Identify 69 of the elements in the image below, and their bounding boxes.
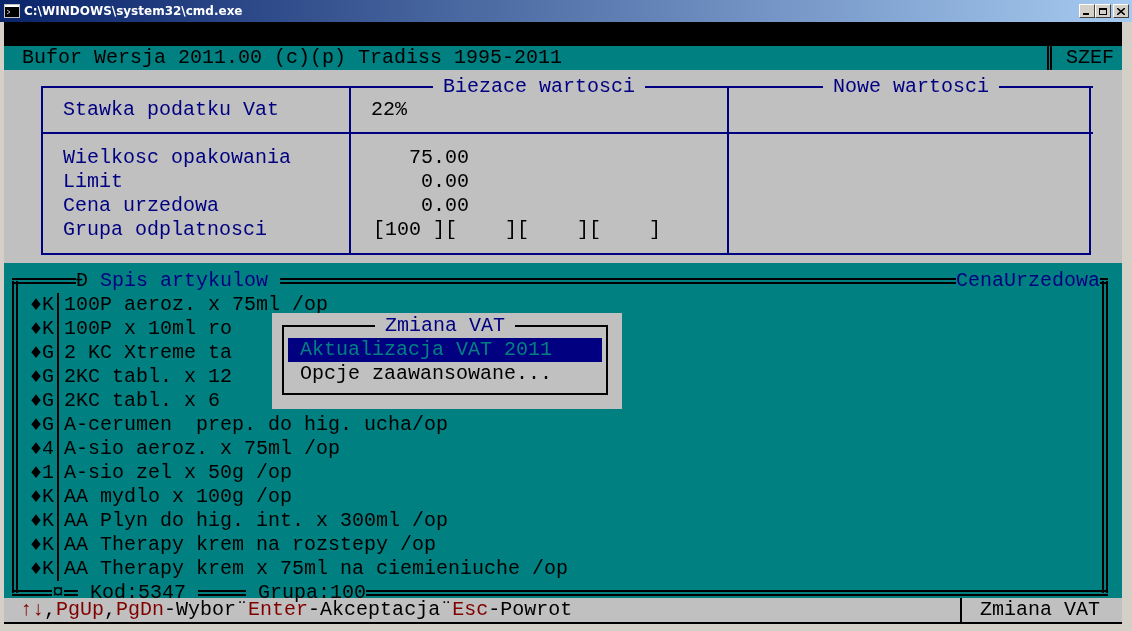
status-code: 4 (42, 437, 59, 461)
shortcut-hint: -Akceptacja¨ (308, 598, 453, 622)
shortcut-key: ↑↓ (20, 598, 44, 622)
field-label: Cena urzedowa (63, 194, 221, 218)
close-icon (1117, 7, 1125, 15)
row-marker: ♦ (29, 437, 42, 461)
field-value: 22% (371, 98, 407, 122)
maximize-icon (1099, 7, 1107, 15)
row-marker: ♦ (29, 413, 42, 437)
status-code: K (42, 509, 59, 533)
status-code: G (42, 413, 59, 437)
menu-item[interactable]: Aktualizacja VAT 2011 (288, 338, 602, 362)
shortcut-hint: , (104, 598, 117, 622)
status-code: 1 (42, 461, 59, 485)
section-marker: Ð (76, 269, 88, 293)
row-marker: ♦ (29, 485, 42, 509)
article-name[interactable]: 100P x 10ml ro (64, 317, 233, 341)
list-title: Spis artykulow (99, 269, 270, 293)
window-title: C:\WINDOWS\system32\cmd.exe (24, 4, 244, 18)
console-icon (4, 4, 20, 18)
close-button[interactable] (1113, 4, 1129, 18)
article-name[interactable]: AA Therapy krem na rozstepy /op (64, 533, 437, 557)
minimize-button[interactable] (1079, 4, 1095, 18)
article-name[interactable]: AA Plyn do hig. int. x 300ml /op (64, 509, 449, 533)
row-marker: ♦ (29, 365, 42, 389)
field-value: 0.00 (420, 194, 469, 218)
article-name[interactable]: 100P aeroz. x 75ml /op (64, 293, 329, 317)
status-code: K (42, 485, 59, 509)
field-label: Limit (63, 170, 124, 194)
status-code: K (42, 317, 59, 341)
shortcut-hint: -Wybor¨ (164, 598, 249, 622)
shortcut-key: Esc (452, 598, 489, 622)
row-marker: ♦ (29, 509, 42, 533)
status-code: G (42, 341, 59, 365)
status-code: K (42, 533, 59, 557)
article-name[interactable]: 2KC tabl. x 12 (64, 365, 233, 389)
row-marker: ♦ (29, 293, 42, 317)
shortcut-hint: , (44, 598, 57, 622)
row-marker: ♦ (29, 461, 42, 485)
row-marker: ♦ (29, 317, 42, 341)
menu-item[interactable]: Opcje zaawansowane... (288, 362, 602, 386)
status-code: K (42, 557, 59, 581)
article-name[interactable]: AA mydlo x 100g /op (64, 485, 293, 509)
article-name[interactable]: AA Therapy krem x 75ml na ciemieniuche /op (64, 557, 569, 581)
field-value: 0.00 (420, 170, 469, 194)
field-label: Grupa odplatnosci (63, 218, 269, 242)
row-marker: ♦ (29, 557, 42, 581)
mode-label: Zmiana VAT (959, 598, 1122, 622)
column-heading: CenaUrzedowa (955, 269, 1100, 293)
field-value: [100 ][ ][ ][ ] (373, 218, 663, 242)
article-name[interactable]: A-sio aeroz. x 75ml /op (64, 437, 341, 461)
shortcut-key: PgDn (116, 598, 165, 622)
status-code: G (42, 389, 59, 413)
status-code: K (42, 293, 59, 317)
article-name[interactable]: A-cerumen prep. do hig. ucha/op (64, 413, 449, 437)
article-name[interactable]: 2KC tabl. x 6 (64, 389, 221, 413)
maximize-button[interactable] (1095, 4, 1111, 18)
status-code: G (42, 365, 59, 389)
article-name[interactable]: 2 KC Xtreme ta (64, 341, 233, 365)
row-marker: ♦ (29, 533, 42, 557)
shortcut-key: PgUp (56, 598, 105, 622)
article-name[interactable]: A-sio zel x 50g /op (64, 461, 293, 485)
shortcut-hint: -Powrot (488, 598, 573, 622)
row-marker: ♦ (29, 389, 42, 413)
row-marker: ♦ (29, 341, 42, 365)
field-value: 75.00 (408, 146, 469, 170)
field-label: Stawka podatku Vat (63, 98, 280, 121)
field-label: Wielkosc opakowania (63, 146, 293, 170)
app-title: Bufor Wersja 2011.00 (c)(p) Tradiss 1995-2011 (22, 46, 564, 70)
